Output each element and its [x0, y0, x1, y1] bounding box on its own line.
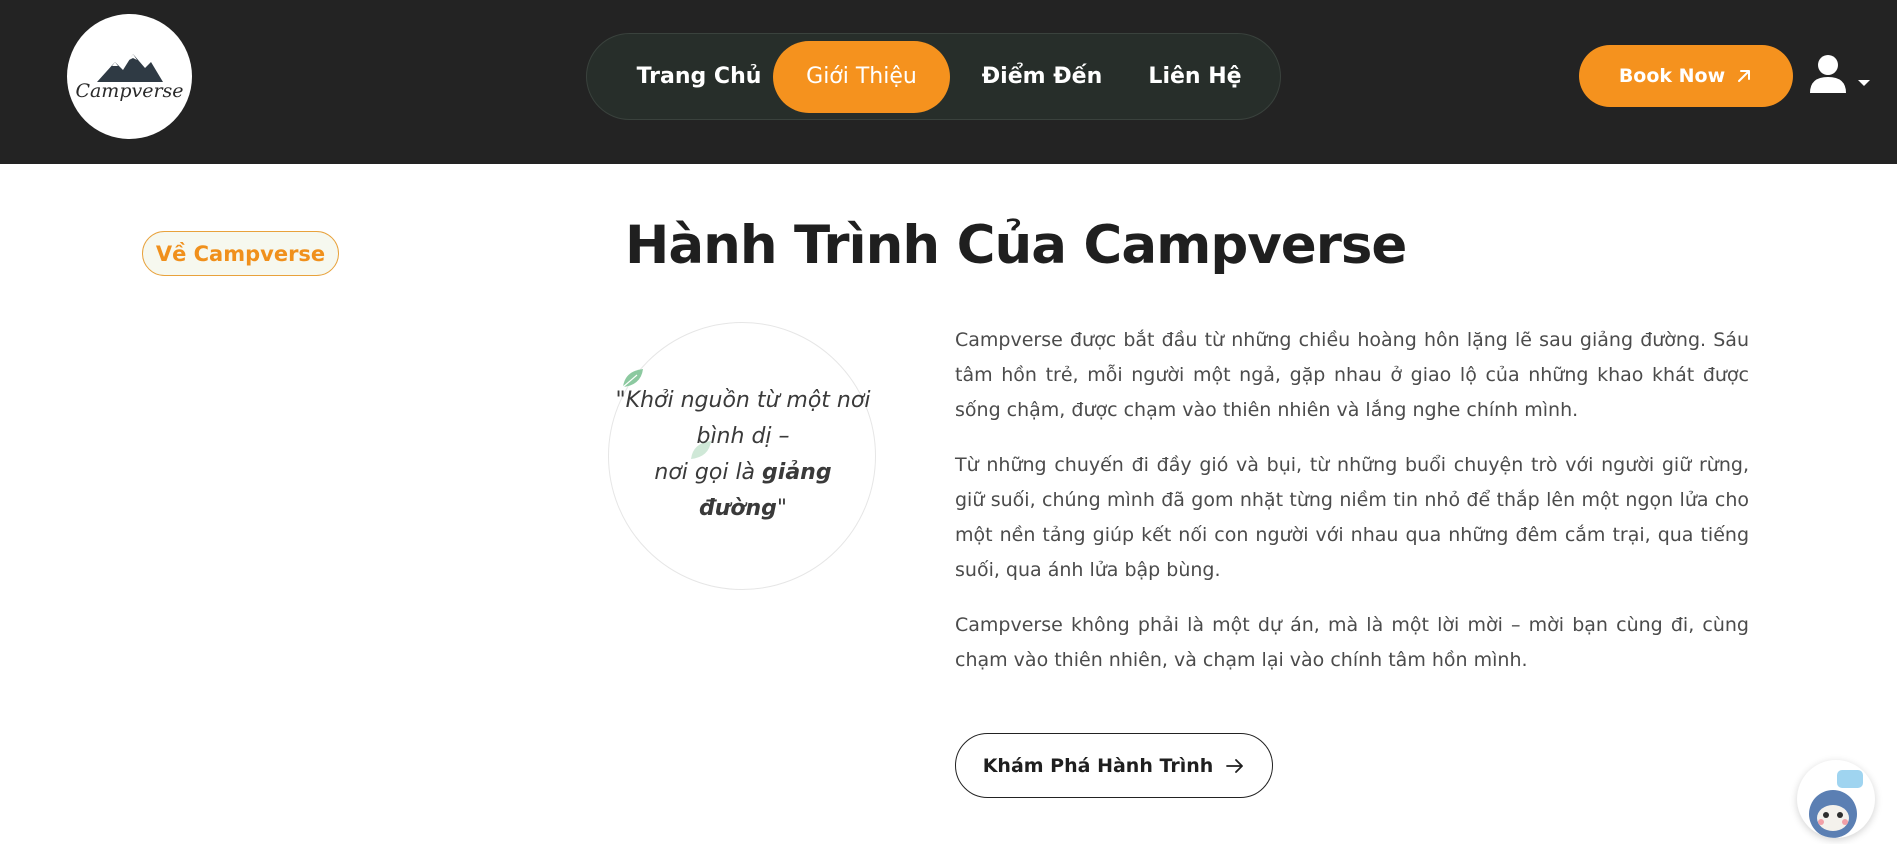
- explore-journey-button[interactable]: Khám Phá Hành Trình: [955, 733, 1273, 798]
- nav-item-lien-he[interactable]: Liên Hệ: [1135, 41, 1255, 113]
- user-icon: [1810, 55, 1846, 93]
- nav-item-diem-den[interactable]: Điểm Đến: [967, 41, 1117, 113]
- explore-journey-label: Khám Phá Hành Trình: [982, 754, 1214, 777]
- section-badge: Về Campverse: [142, 231, 339, 276]
- chatbot-icon: [1809, 770, 1863, 838]
- site-header: Campverse Trang Chủ Giới Thiệu Điểm Đến …: [0, 0, 1897, 164]
- story-text: Campverse được bắt đầu từ những chiều ho…: [955, 323, 1749, 698]
- quote-card: "Khởi nguồn từ một nơi bình dị – nơi gọi…: [608, 322, 876, 590]
- quote-line-1: "Khởi nguồn từ một nơi: [615, 388, 871, 413]
- user-menu[interactable]: [1808, 53, 1870, 97]
- quote-highlight-1: giảng: [762, 460, 832, 485]
- chevron-down-icon: [1858, 80, 1870, 86]
- story-paragraph: Campverse không phải là một dự án, mà là…: [955, 614, 1749, 671]
- arrow-up-right-icon: [1738, 70, 1751, 82]
- story-paragraph: Campverse được bắt đầu từ những chiều ho…: [955, 329, 1749, 421]
- quote-close: ": [776, 496, 788, 521]
- quote-highlight-2: đường: [698, 496, 777, 521]
- chatbot-button[interactable]: [1797, 760, 1875, 838]
- book-now-label: Book Now: [1618, 65, 1726, 87]
- quote-text: "Khởi nguồn từ một nơi bình dị – nơi gọi…: [609, 383, 877, 527]
- quote-line-3: nơi gọi là: [654, 460, 763, 485]
- story-paragraph: Từ những chuyến đi đầy gió và bụi, từ nh…: [955, 454, 1749, 581]
- quote-line-2: bình dị –: [696, 424, 790, 449]
- nav-item-trang-chu[interactable]: Trang Chủ: [621, 41, 777, 113]
- campverse-logo[interactable]: Campverse: [67, 14, 192, 139]
- main-nav: Trang Chủ Giới Thiệu Điểm Đến Liên Hệ: [586, 33, 1281, 120]
- nav-item-gioi-thieu[interactable]: Giới Thiệu: [773, 41, 950, 113]
- logo-text: Campverse: [75, 79, 184, 102]
- page-title: Hành Trình Của Campverse: [625, 215, 1407, 276]
- arrow-right-icon: [1226, 758, 1244, 773]
- book-now-button[interactable]: Book Now: [1579, 45, 1793, 107]
- mountain-icon: [96, 53, 163, 82]
